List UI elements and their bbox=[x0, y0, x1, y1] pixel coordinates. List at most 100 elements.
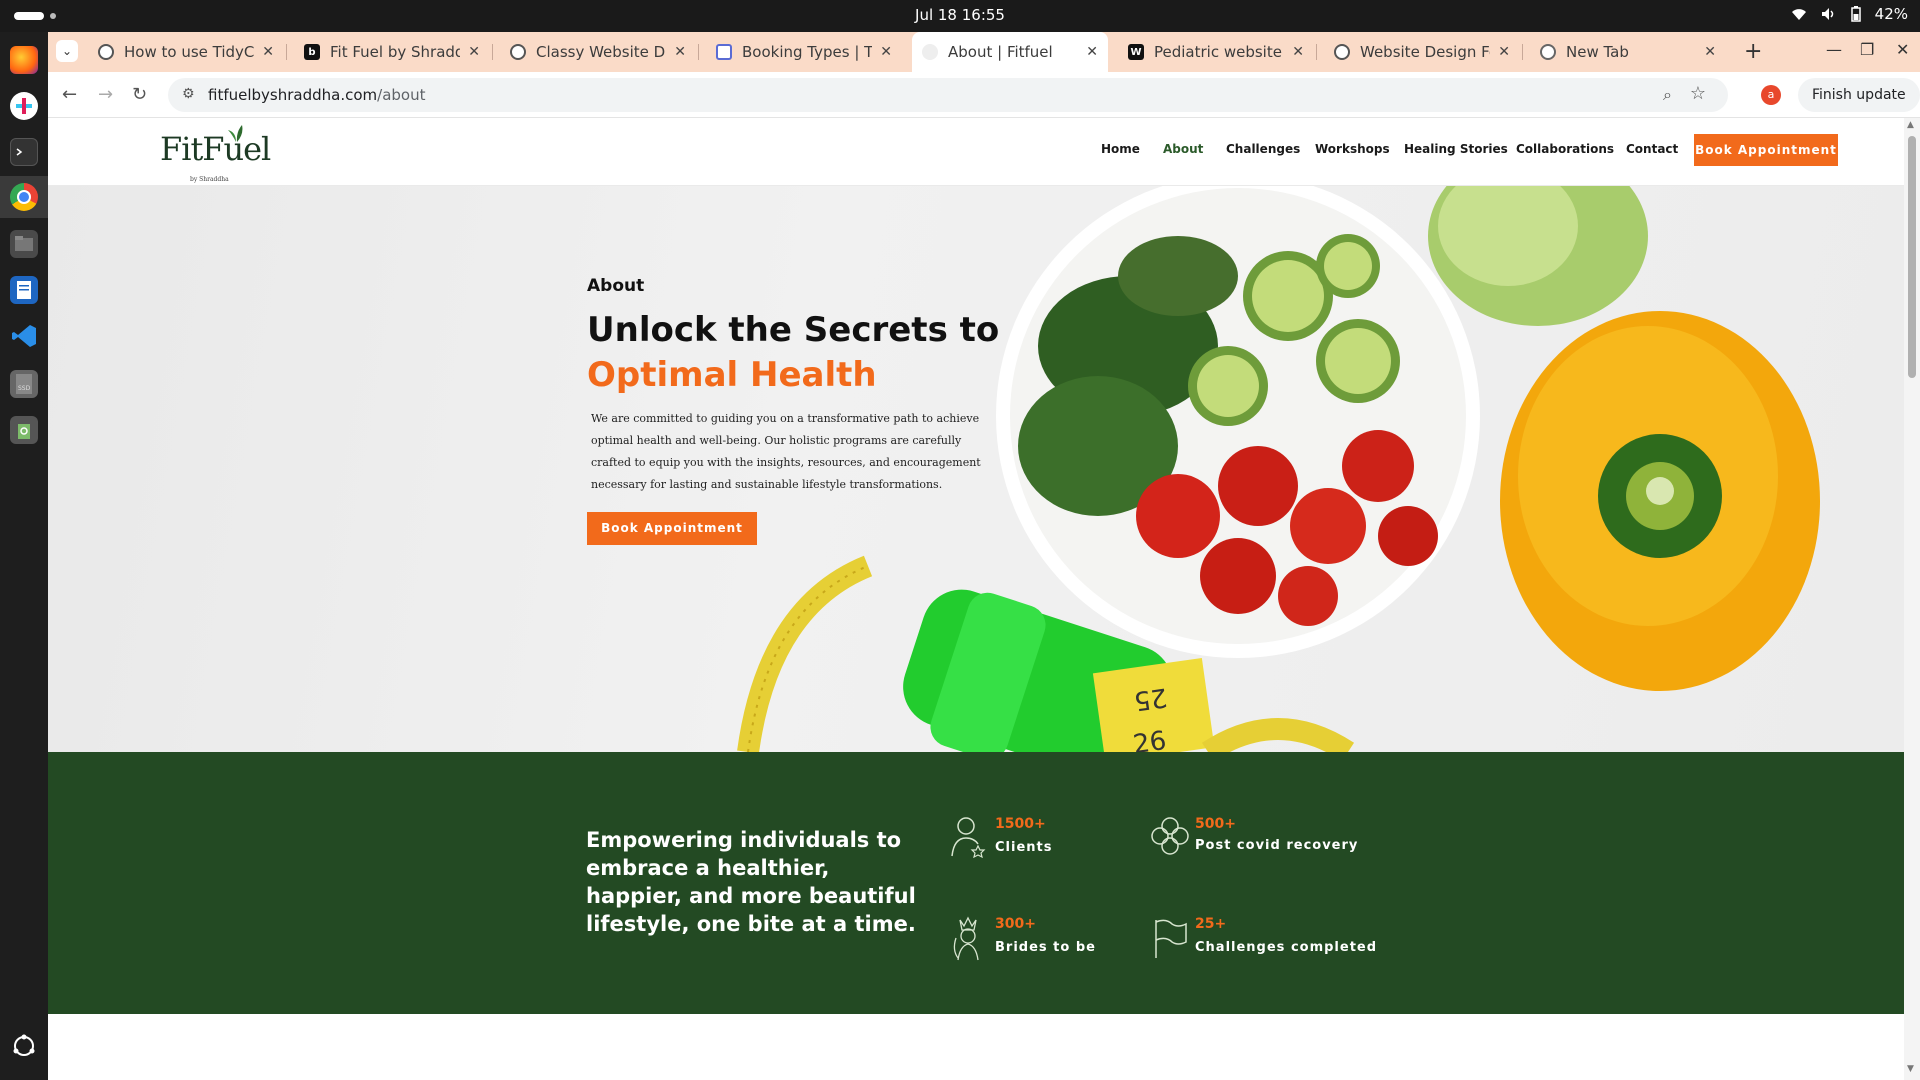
close-icon[interactable]: ✕ bbox=[1704, 44, 1716, 60]
tab-separator bbox=[492, 44, 493, 60]
nav-collaborations[interactable]: Collaborations bbox=[1516, 142, 1614, 156]
stat-challenges: 25+ Challenges completed bbox=[1150, 916, 1410, 966]
close-icon[interactable]: ✕ bbox=[468, 44, 480, 60]
volume-icon bbox=[1821, 7, 1837, 21]
vscode-icon[interactable] bbox=[10, 322, 38, 350]
show-apps-icon[interactable] bbox=[10, 1032, 38, 1060]
tab-separator bbox=[286, 44, 287, 60]
close-icon[interactable]: ✕ bbox=[1292, 44, 1304, 60]
hero-title-line1: Unlock the Secrets to bbox=[587, 310, 1000, 350]
clover-icon bbox=[1150, 816, 1190, 860]
tab-booking-types[interactable]: Booking Types | Tidy ✕ bbox=[706, 32, 902, 72]
hero-book-appointment-button[interactable]: Book Appointment bbox=[587, 512, 757, 545]
system-clock[interactable]: Jul 18 16:55 bbox=[0, 6, 1920, 24]
address-bar[interactable]: ⚙ fitfuelbyshraddha.com/about ⌕ ☆ bbox=[168, 78, 1728, 112]
site-header: FitFuel by Shraddha Home About Challenge… bbox=[48, 118, 1904, 186]
browser-tab-strip: ⌄ How to use TidyCal ✕ b Fit Fuel by Shr… bbox=[48, 32, 1920, 72]
flag-icon bbox=[1150, 916, 1190, 964]
close-icon[interactable]: ✕ bbox=[880, 44, 892, 60]
ssd-drive-icon[interactable]: SSD bbox=[10, 370, 38, 398]
wix-icon: W bbox=[1128, 44, 1144, 60]
b-logo-icon: b bbox=[304, 44, 320, 60]
nav-home[interactable]: Home bbox=[1101, 142, 1140, 156]
stat-clients: 1500+ Clients bbox=[950, 816, 1150, 866]
tab-tidycal-howto[interactable]: How to use TidyCal ✕ bbox=[88, 32, 284, 72]
hero-paragraph: We are committed to guiding you on a tra… bbox=[591, 412, 981, 491]
tab-about-fitfuel[interactable]: About | Fitfuel ✕ bbox=[912, 32, 1108, 72]
scroll-up-arrow-icon[interactable]: ▲ bbox=[1907, 120, 1914, 130]
fitfuel-logo[interactable]: FitFuel by Shraddha bbox=[160, 125, 271, 183]
person-star-icon bbox=[950, 816, 986, 862]
firefox-icon[interactable] bbox=[10, 46, 38, 74]
close-icon[interactable]: ✕ bbox=[674, 44, 686, 60]
tab-separator bbox=[1522, 44, 1523, 60]
tab-website-design-fee[interactable]: Website Design Fee ✕ bbox=[1324, 32, 1520, 72]
slack-icon[interactable] bbox=[10, 92, 38, 120]
tab-separator bbox=[1316, 44, 1317, 60]
book-appointment-button[interactable]: Book Appointment bbox=[1694, 134, 1838, 166]
files-icon[interactable] bbox=[10, 230, 38, 258]
finish-update-button[interactable]: Finish update ⋮ bbox=[1798, 78, 1920, 137]
tab-separator bbox=[698, 44, 699, 60]
system-tray[interactable]: 42% bbox=[1791, 5, 1908, 23]
tab-search-button[interactable]: ⌄ bbox=[56, 40, 78, 62]
wifi-icon bbox=[1791, 7, 1807, 21]
stat-post-covid: 500+ Post covid recovery bbox=[1150, 816, 1390, 866]
scroll-down-arrow-icon[interactable]: ▼ bbox=[1907, 1064, 1914, 1074]
browser-toolbar: ← → ↻ ⚙ fitfuelbyshraddha.com/about ⌕ ☆ … bbox=[48, 72, 1920, 137]
web-page: FitFuel by Shraddha Home About Challenge… bbox=[48, 118, 1904, 1080]
bookmark-star-icon[interactable]: ☆ bbox=[1690, 83, 1706, 104]
battery-icon bbox=[1850, 6, 1861, 22]
terminal-icon[interactable] bbox=[10, 138, 38, 166]
stats-band: Empowering individuals to embrace a heal… bbox=[48, 752, 1904, 1014]
scrollbar-thumb[interactable] bbox=[1908, 136, 1916, 378]
tab-pediatric-website[interactable]: W Pediatric website de ✕ bbox=[1118, 32, 1314, 72]
restore-icon[interactable]: ❐ bbox=[1860, 40, 1874, 59]
bride-icon bbox=[950, 916, 986, 966]
system-top-bar: Jul 18 16:55 42% bbox=[0, 0, 1920, 32]
fitfuel-icon bbox=[922, 44, 938, 60]
svg-text:25: 25 bbox=[1132, 681, 1169, 715]
back-arrow-icon[interactable]: ← bbox=[62, 84, 77, 105]
stat-brides: 300+ Brides to be bbox=[950, 916, 1150, 966]
svg-text:SSD: SSD bbox=[18, 385, 31, 392]
generic-globe-icon bbox=[98, 44, 114, 60]
generic-globe-icon bbox=[1334, 44, 1350, 60]
trash-icon[interactable] bbox=[10, 416, 38, 444]
nav-about[interactable]: About bbox=[1163, 142, 1203, 156]
close-icon[interactable]: ✕ bbox=[262, 44, 274, 60]
close-icon[interactable]: ✕ bbox=[1498, 44, 1510, 60]
minimize-icon[interactable]: — bbox=[1826, 40, 1842, 59]
forward-arrow-icon[interactable]: → bbox=[98, 84, 113, 105]
reload-icon[interactable]: ↻ bbox=[132, 84, 147, 105]
chrome-icon bbox=[1540, 44, 1556, 60]
svg-text:26: 26 bbox=[1131, 726, 1168, 752]
new-tab-button[interactable]: + bbox=[1744, 39, 1762, 64]
nav-healing-stories[interactable]: Healing Stories bbox=[1404, 142, 1508, 156]
nav-challenges[interactable]: Challenges bbox=[1226, 142, 1300, 156]
battery-percent: 42% bbox=[1874, 5, 1908, 23]
leaf-icon bbox=[226, 122, 248, 148]
profile-avatar[interactable]: a bbox=[1761, 85, 1781, 105]
page-scrollbar[interactable]: ▲ ▼ bbox=[1904, 118, 1920, 1080]
window-close-icon[interactable]: ✕ bbox=[1896, 40, 1909, 59]
generic-globe-icon bbox=[510, 44, 526, 60]
app-dock: SSD bbox=[0, 32, 48, 1080]
hero-eyebrow: About bbox=[587, 276, 645, 296]
nav-workshops[interactable]: Workshops bbox=[1315, 142, 1390, 156]
tab-fitfuel-shraddha[interactable]: b Fit Fuel by Shraddha ✕ bbox=[294, 32, 490, 72]
tab-classy-website[interactable]: Classy Website Desi ✕ bbox=[500, 32, 696, 72]
hero-title: Unlock the Secrets to Optimal Health bbox=[587, 308, 999, 398]
hero-title-line2: Optimal Health bbox=[587, 355, 877, 395]
site-info-icon[interactable]: ⚙ bbox=[182, 86, 195, 102]
nav-contact[interactable]: Contact bbox=[1626, 142, 1678, 156]
writer-icon[interactable] bbox=[10, 276, 38, 304]
close-icon[interactable]: ✕ bbox=[1086, 44, 1098, 60]
band-tagline: Empowering individuals to embrace a heal… bbox=[586, 828, 916, 936]
chrome-icon[interactable] bbox=[10, 183, 38, 211]
calendar-icon bbox=[716, 44, 732, 60]
zoom-icon[interactable]: ⌕ bbox=[1663, 85, 1672, 105]
tab-new-tab[interactable]: New Tab ✕ bbox=[1530, 32, 1726, 72]
url-text[interactable]: fitfuelbyshraddha.com/about bbox=[208, 86, 425, 104]
hero-section: 25 26 About Unlock the Secrets to Optima… bbox=[48, 186, 1904, 752]
